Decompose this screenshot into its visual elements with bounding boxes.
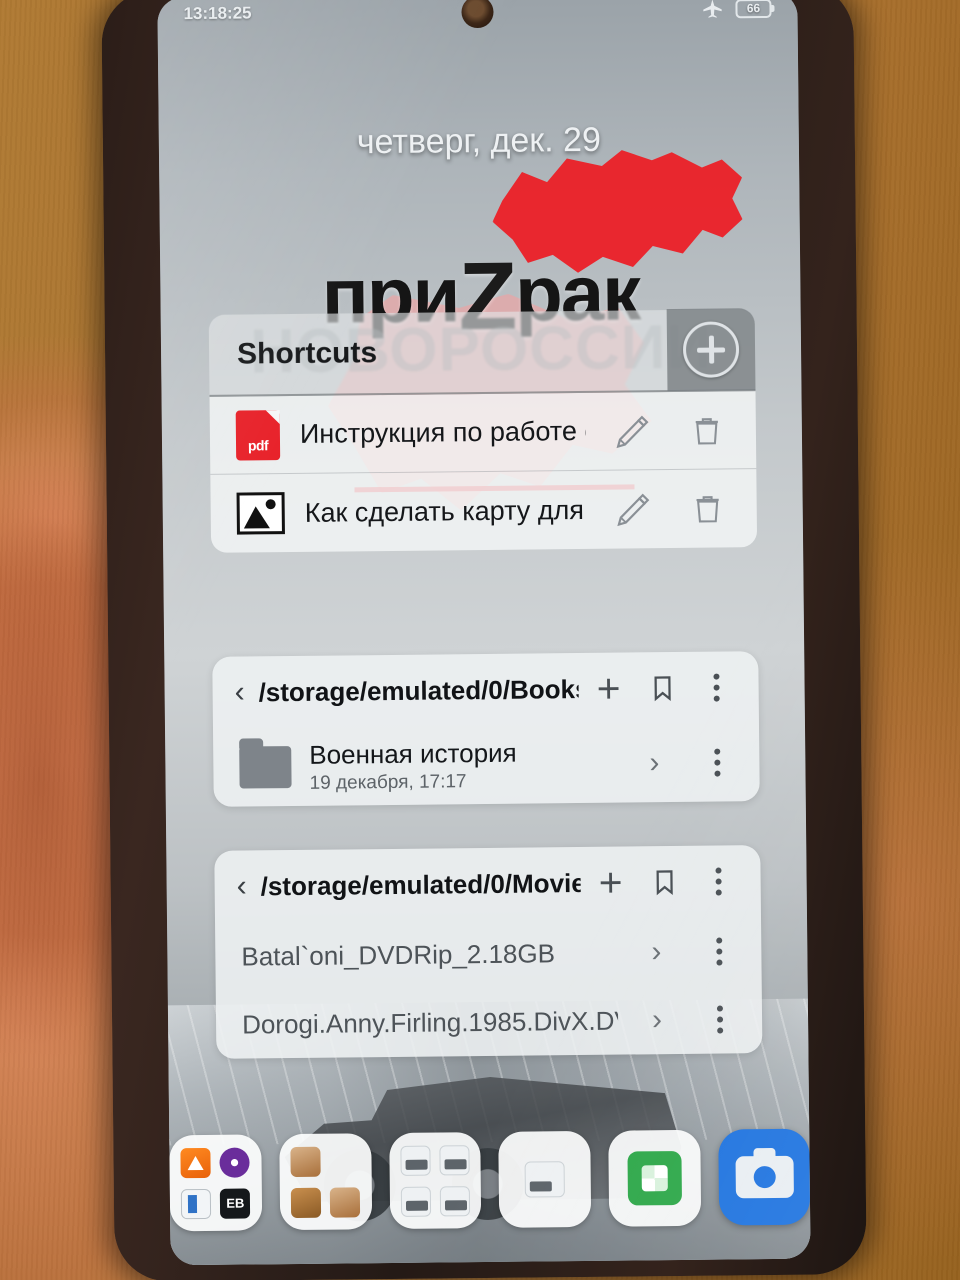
delete-shortcut-button[interactable] xyxy=(680,411,734,450)
plus-icon xyxy=(600,872,621,893)
overflow-menu-icon xyxy=(703,1005,737,1034)
file-name: Batal`oni_DVDRip_2.18GB xyxy=(241,937,556,972)
bookmark-icon xyxy=(654,676,671,702)
plus-circle-icon xyxy=(682,321,740,378)
shortcut-item-pdf[interactable]: pdf Инструкция по работе с а.. xyxy=(209,391,757,475)
phone-device: приZрак НОВОРОССИИ 13:18:25 66 четверг, … xyxy=(101,0,867,1280)
photo-icon xyxy=(329,1186,361,1218)
app-dock: EB xyxy=(169,1128,811,1232)
shortcuts-header: Shortcuts xyxy=(208,308,756,397)
overflow-menu-icon xyxy=(702,937,736,966)
plus-icon xyxy=(598,678,619,699)
add-file-button[interactable] xyxy=(584,671,632,706)
green-app[interactable] xyxy=(608,1129,702,1227)
delete-shortcut-button[interactable] xyxy=(681,489,735,528)
add-file-button[interactable] xyxy=(586,865,634,900)
map-icon xyxy=(439,1185,471,1216)
bookmark-button[interactable] xyxy=(640,867,688,898)
edit-shortcut-button[interactable] xyxy=(607,489,661,530)
file-widget-body: ‹ /storage/emulated/0/Books Военная исто… xyxy=(212,651,760,807)
status-bar-clock: 13:18:25 xyxy=(183,3,252,24)
tools-apps-folder[interactable] xyxy=(498,1130,592,1228)
battery-indicator: 66 xyxy=(735,0,772,18)
empty-slot-icon xyxy=(330,1146,360,1176)
shortcuts-widget[interactable]: Shortcuts pdf Инструкция по работе с а.. xyxy=(208,308,758,553)
overflow-menu-button[interactable] xyxy=(692,673,740,702)
overflow-menu-button[interactable] xyxy=(694,867,742,896)
photo-icon xyxy=(290,1146,321,1177)
file-widget-header: ‹ /storage/emulated/0/Movies xyxy=(214,845,761,923)
document-icon xyxy=(181,1188,212,1219)
file-row[interactable]: Batal`oni_DVDRip_2.18GB › xyxy=(215,917,762,991)
open-chevron-icon[interactable]: › xyxy=(635,935,677,969)
current-path: /storage/emulated/0/Movies xyxy=(260,867,581,901)
back-chevron-icon[interactable]: ‹ xyxy=(236,870,246,903)
file-name: Военная история xyxy=(309,737,517,770)
current-path: /storage/emulated/0/Books xyxy=(258,673,579,707)
map-icon xyxy=(400,1186,432,1217)
green-app-icon xyxy=(627,1150,683,1206)
shortcuts-title: Shortcuts xyxy=(236,336,378,371)
file-row-texts: Военная история 19 декабря, 17:17 xyxy=(309,736,616,794)
phone-screen[interactable]: приZрак НОВОРОССИИ 13:18:25 66 четверг, … xyxy=(157,0,811,1266)
maps-apps-folder[interactable] xyxy=(388,1132,482,1230)
row-overflow-menu-button[interactable] xyxy=(693,748,741,777)
pdf-icon-label: pdf xyxy=(247,436,269,453)
folder-icon xyxy=(239,746,292,789)
add-shortcut-button[interactable] xyxy=(666,308,756,392)
pencil-icon xyxy=(617,493,650,527)
edit-shortcut-button[interactable] xyxy=(606,411,660,452)
row-overflow-menu-button[interactable] xyxy=(696,1005,744,1034)
date-widget[interactable]: четверг, дек. 29 xyxy=(159,119,799,165)
file-widget-body: ‹ /storage/emulated/0/Movies Batal`oni_D… xyxy=(214,845,763,1059)
trash-icon xyxy=(696,496,719,523)
photo-apps-folder[interactable] xyxy=(279,1133,372,1231)
back-chevron-icon[interactable]: ‹ xyxy=(234,676,244,709)
vlc-icon xyxy=(180,1147,212,1178)
open-chevron-icon[interactable]: › xyxy=(633,746,675,780)
airplane-mode-icon xyxy=(703,0,722,18)
binoculars-icon xyxy=(524,1161,566,1198)
camera-app[interactable] xyxy=(718,1128,811,1226)
shortcut-item-image[interactable]: Как сделать карту для ар.. xyxy=(210,469,758,553)
bookmark-icon xyxy=(656,870,673,896)
map-icon xyxy=(439,1144,470,1175)
media-apps-folder[interactable]: EB xyxy=(169,1134,263,1232)
camera-icon xyxy=(735,1155,794,1199)
row-overflow-menu-button[interactable] xyxy=(695,937,743,966)
player-icon xyxy=(219,1146,251,1178)
pdf-file-icon: pdf xyxy=(235,409,281,461)
file-row-texts: Batal`oni_DVDRip_2.18GB xyxy=(241,937,617,972)
trash-icon xyxy=(695,417,718,444)
file-date: 19 декабря, 17:17 xyxy=(309,770,467,794)
ebook-icon: EB xyxy=(220,1187,251,1219)
shortcut-label: Как сделать карту для ар.. xyxy=(304,494,587,528)
bookmark-button[interactable] xyxy=(638,673,686,704)
wallpaper: приZрак НОВОРОССИИ xyxy=(157,0,811,1266)
status-bar-icons: 66 xyxy=(701,0,772,20)
overflow-menu-icon xyxy=(699,673,733,702)
image-file-icon xyxy=(236,492,285,535)
photo-icon xyxy=(291,1187,322,1218)
file-widget-header: ‹ /storage/emulated/0/Books xyxy=(212,651,759,729)
file-manager-widget-movies[interactable]: ‹ /storage/emulated/0/Movies Batal`oni_D… xyxy=(214,845,763,1059)
overflow-menu-icon xyxy=(700,748,734,777)
file-row[interactable]: Dorogi.Anny.Firling.1985.DivX.DVDRip.P..… xyxy=(216,985,763,1059)
overflow-menu-icon xyxy=(701,867,735,896)
map-icon xyxy=(400,1145,431,1176)
file-row-texts: Dorogi.Anny.Firling.1985.DivX.DVDRip.P..… xyxy=(242,1005,618,1040)
file-row[interactable]: Военная история 19 декабря, 17:17 › xyxy=(213,723,760,807)
pencil-icon xyxy=(616,415,649,448)
file-manager-widget-books[interactable]: ‹ /storage/emulated/0/Books Военная исто… xyxy=(212,651,760,807)
file-name: Dorogi.Anny.Firling.1985.DivX.DVDRip.P..… xyxy=(241,1005,619,1040)
open-chevron-icon[interactable]: › xyxy=(636,1003,678,1037)
shortcut-label: Инструкция по работе с а.. xyxy=(299,416,586,449)
